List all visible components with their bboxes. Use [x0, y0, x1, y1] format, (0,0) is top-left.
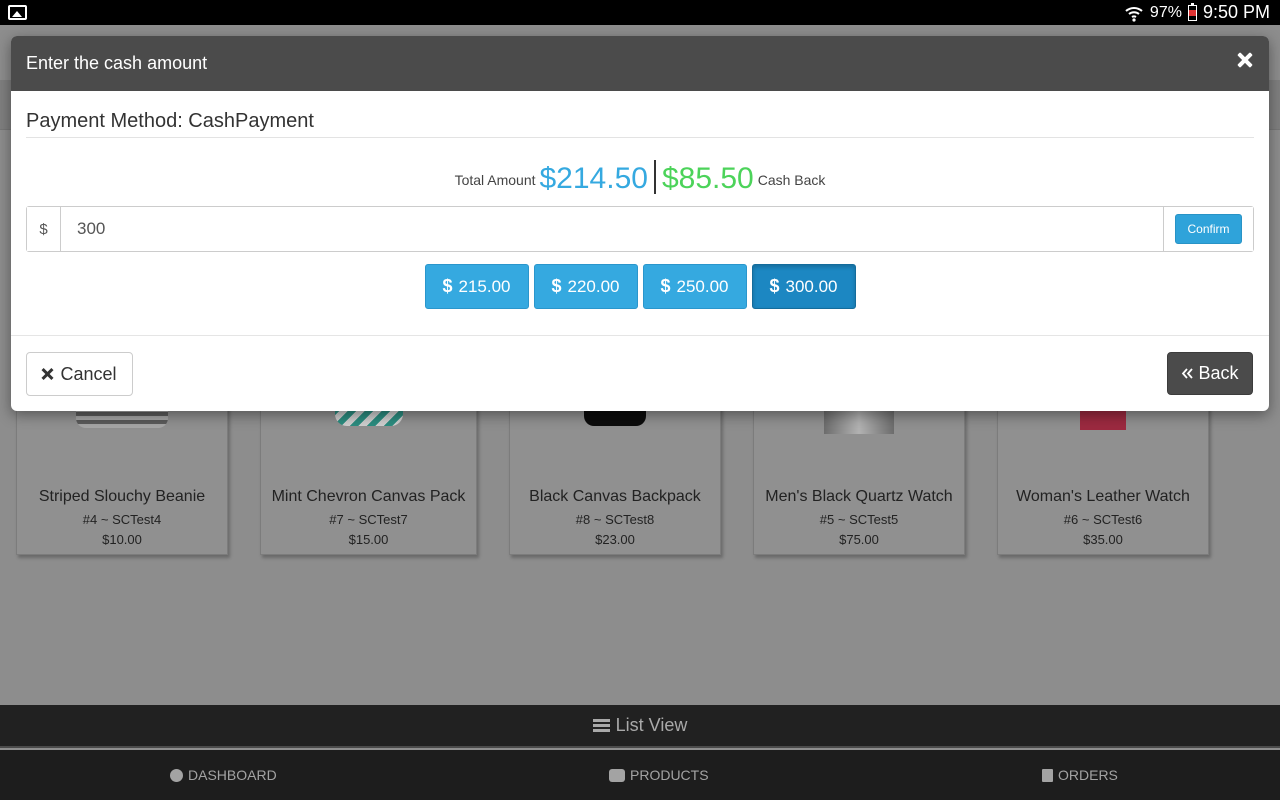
status-bar: 97% 9:50 PM	[0, 0, 1280, 25]
list-view-toggle[interactable]: List View	[0, 705, 1280, 748]
nav-orders-label: ORDERS	[1058, 767, 1118, 783]
wifi-icon	[1125, 6, 1143, 22]
battery-percent: 97%	[1149, 3, 1182, 21]
back-button[interactable]: Back	[1167, 352, 1253, 395]
cash-amount-modal: Enter the cash amount Payment Method: Ca…	[11, 36, 1269, 411]
quick-amount-button-selected[interactable]: $ 300.00	[751, 264, 856, 309]
cash-back-label: Cash Back	[757, 172, 826, 188]
product-price: $10.00	[102, 532, 142, 547]
currency-addon: $	[27, 207, 61, 251]
product-sku: #6 ~ SCTest6	[1063, 512, 1143, 527]
product-price: $23.00	[595, 532, 635, 547]
nav-dashboard-label: DASHBOARD	[188, 767, 277, 783]
quick-amount-buttons: $ 215.00 $ 220.00 $ 250.00 $ 300.00	[11, 264, 1269, 309]
dollar-icon: $	[769, 276, 780, 296]
cubes-icon	[609, 768, 625, 782]
quick-amount-button[interactable]: $ 215.00	[424, 264, 529, 309]
nav-dashboard[interactable]: DASHBOARD	[170, 750, 277, 800]
total-amount-value: $214.50	[539, 162, 648, 195]
quick-amount-label: 220.00	[567, 276, 620, 296]
pie-chart-icon	[170, 768, 183, 782]
double-chevron-left-icon	[1182, 368, 1194, 379]
cash-input-group: $ Confirm	[26, 206, 1254, 252]
dollar-icon: $	[660, 276, 671, 296]
quick-amount-label: 215.00	[458, 276, 511, 296]
nav-products[interactable]: PRODUCTS	[609, 750, 709, 800]
bottom-nav: DASHBOARD PRODUCTS ORDERS	[0, 750, 1280, 800]
amount-summary: Total Amount $214.50 $85.50 Cash Back	[11, 160, 1269, 194]
product-name: Striped Slouchy Beanie	[38, 488, 206, 505]
nav-products-label: PRODUCTS	[630, 767, 709, 783]
product-name: Black Canvas Backpack	[529, 488, 701, 505]
cancel-button[interactable]: Cancel	[26, 352, 133, 396]
product-name: Woman's Leather Watch	[1016, 488, 1190, 505]
summary-separator	[653, 160, 656, 194]
back-label: Back	[1198, 363, 1239, 383]
divider	[26, 137, 1254, 138]
clock: 9:50 PM	[1202, 2, 1270, 22]
quick-amount-label: 300.00	[785, 276, 838, 296]
modal-title: Enter the cash amount	[26, 53, 208, 73]
quick-amount-button[interactable]: $ 250.00	[642, 264, 747, 309]
cash-back-value: $85.50	[661, 162, 754, 195]
quick-amount-label: 250.00	[676, 276, 729, 296]
footer-divider	[11, 335, 1269, 336]
list-view-label: List View	[615, 715, 688, 735]
gallery-icon	[8, 5, 27, 20]
quick-amount-button[interactable]: $ 220.00	[533, 264, 638, 309]
product-price: $75.00	[839, 532, 879, 547]
list-icon	[592, 718, 610, 733]
modal-header: Enter the cash amount	[11, 36, 1269, 91]
confirm-button[interactable]: Confirm	[1175, 214, 1242, 244]
total-amount-label: Total Amount	[454, 172, 536, 188]
product-sku: #7 ~ SCTest7	[329, 512, 408, 527]
payment-method: Payment Method: CashPayment	[26, 110, 314, 132]
status-right: 97% 9:50 PM	[1124, 0, 1270, 25]
product-price: $15.00	[348, 532, 389, 547]
product-name: Men's Black Quartz Watch	[765, 488, 953, 505]
battery-icon	[1187, 2, 1197, 21]
dollar-icon: $	[551, 276, 562, 296]
confirm-addon: Confirm	[1163, 207, 1253, 251]
nav-orders[interactable]: ORDERS	[1042, 750, 1118, 800]
times-icon	[42, 368, 54, 380]
cash-amount-input[interactable]	[61, 207, 1163, 251]
dollar-icon: $	[442, 276, 453, 296]
product-sku: #4 ~ SCTest4	[82, 512, 162, 527]
product-price: $35.00	[1083, 532, 1123, 547]
close-icon[interactable]	[1235, 50, 1255, 70]
product-name: Mint Chevron Canvas Pack	[271, 488, 466, 505]
document-icon	[1042, 768, 1053, 782]
product-sku: #5 ~ SCTest5	[819, 512, 899, 527]
product-sku: #8 ~ SCTest8	[575, 512, 655, 527]
cancel-label: Cancel	[60, 363, 117, 384]
